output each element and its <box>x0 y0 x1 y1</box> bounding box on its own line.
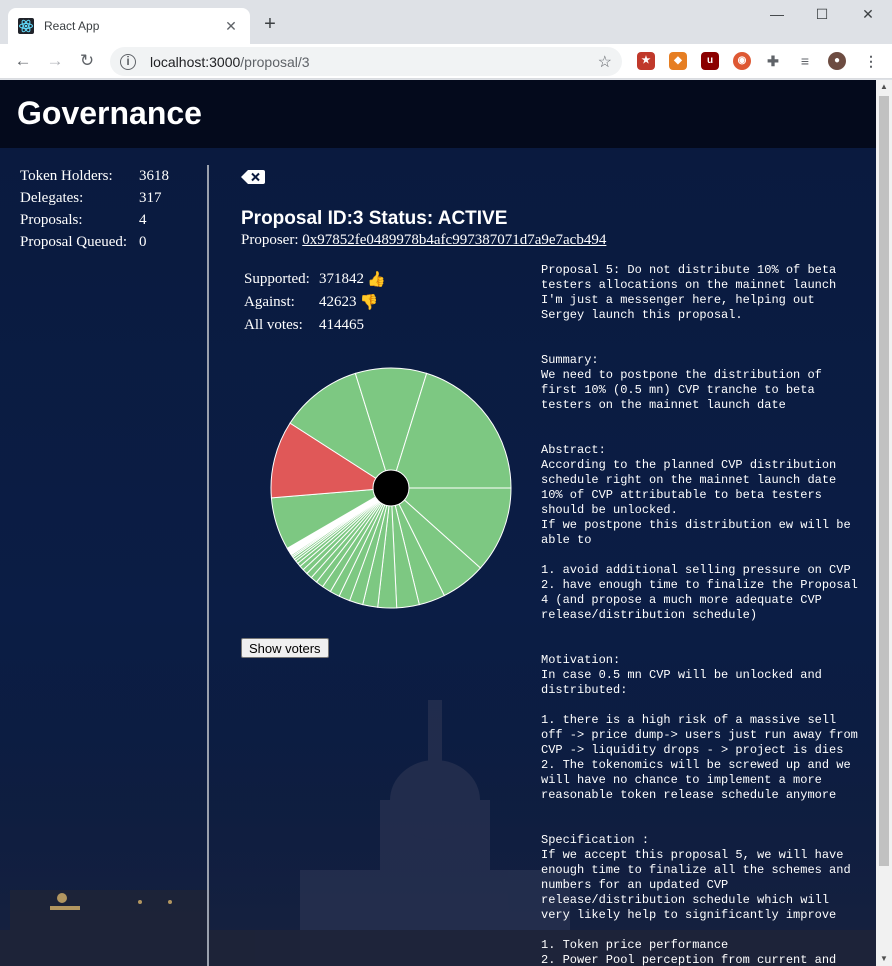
supported-label: Supported: <box>244 271 310 287</box>
app-header: Governance <box>0 80 876 148</box>
close-tab-icon[interactable]: ✕ <box>222 18 240 35</box>
proposal-title: Proposal ID:3 Status: ACTIVE <box>241 208 508 229</box>
browser-tab[interactable]: React App ✕ <box>8 8 250 44</box>
all-votes-row: All votes: 414465 <box>244 314 386 337</box>
against-row: Against: 42623 👎 <box>244 291 386 314</box>
maximize-icon[interactable]: ☐ <box>807 6 837 23</box>
minimize-icon[interactable]: — <box>762 6 792 22</box>
stat-row: Proposal Queued: 0 <box>20 234 169 256</box>
thumbs-down-icon: 👎 <box>359 295 379 311</box>
metamask-icon[interactable]: ◆ <box>669 52 687 70</box>
new-tab-icon[interactable]: + <box>260 14 280 34</box>
backspace-icon[interactable] <box>241 170 265 184</box>
profile-avatar[interactable]: ● <box>828 52 846 70</box>
browser-toolbar: ← → ↻ i localhost:3000 /proposal/3 ☆ ★ ◆… <box>0 44 892 79</box>
stat-label: Proposal Queued: <box>20 234 128 250</box>
duckduckgo-icon[interactable]: ◉ <box>733 52 751 70</box>
votes-pie-chart <box>270 367 512 609</box>
stat-label: Proposals: <box>20 212 83 228</box>
page-content: Governance Token Holders: 3618 Delegates:… <box>0 80 876 966</box>
menu-kebab-icon[interactable]: ⋮ <box>862 52 880 70</box>
browser-tab-strip: React App ✕ + — ☐ ✕ <box>0 0 892 44</box>
thumbs-up-icon: 👍 <box>367 272 386 288</box>
votes-summary: Supported: 371842 👍 Against: 42623 👎 All… <box>244 268 386 337</box>
extension-icon[interactable]: ★ <box>637 52 655 70</box>
proposer-line: Proposer: 0x97852fe0489978b4afc997387071… <box>241 232 606 249</box>
stat-row: Token Holders: 3618 <box>20 168 169 190</box>
show-voters-button[interactable]: Show voters <box>241 638 329 658</box>
react-icon <box>18 18 34 34</box>
scrollbar-thumb[interactable] <box>879 96 889 866</box>
sidebar-divider <box>207 165 209 966</box>
address-bar[interactable]: i localhost:3000 /proposal/3 ☆ <box>110 47 622 76</box>
ublock-icon[interactable]: u <box>701 52 719 70</box>
bookmark-star-icon[interactable]: ☆ <box>598 52 612 72</box>
stat-value: 317 <box>139 190 162 206</box>
extensions-puzzle-icon[interactable]: ✚ <box>764 52 782 70</box>
info-icon[interactable]: i <box>120 53 136 70</box>
tab-title: React App <box>44 19 100 33</box>
forward-arrow-icon[interactable]: → <box>44 50 66 72</box>
reload-icon[interactable]: ↻ <box>76 50 98 72</box>
stat-label: Token Holders: <box>20 168 113 184</box>
all-votes-label: All votes: <box>244 317 303 333</box>
against-value: 42623 <box>319 294 357 310</box>
stat-row: Proposals: 4 <box>20 212 169 234</box>
proposer-address-link[interactable]: 0x97852fe0489978b4afc997387071d7a9e7acb4… <box>302 232 606 248</box>
url-path: /proposal/3 <box>240 53 310 70</box>
supported-row: Supported: 371842 👍 <box>244 268 386 291</box>
stat-label: Delegates: <box>20 190 84 206</box>
media-control-icon[interactable]: ≡ <box>796 52 814 70</box>
proposal-description: Proposal 5: Do not distribute 10% of bet… <box>541 263 858 966</box>
supported-value: 371842 <box>319 271 364 287</box>
scroll-down-icon[interactable]: ▼ <box>876 952 892 966</box>
url-host: localhost:3000 <box>150 53 241 70</box>
pie-center-hole <box>372 469 410 507</box>
window-close-icon[interactable]: ✕ <box>853 6 883 23</box>
stat-value: 0 <box>139 234 147 250</box>
proposer-label: Proposer: <box>241 232 299 248</box>
scroll-up-icon[interactable]: ▲ <box>876 80 892 94</box>
stat-value: 3618 <box>139 168 169 184</box>
stats-panel: Token Holders: 3618 Delegates: 317 Proposa… <box>20 168 169 256</box>
back-arrow-icon[interactable]: ← <box>12 50 34 72</box>
app-title: Governance <box>17 95 202 131</box>
page-scrollbar[interactable]: ▲ ▼ <box>876 80 892 966</box>
stat-value: 4 <box>139 212 147 228</box>
against-label: Against: <box>244 294 295 310</box>
stat-row: Delegates: 317 <box>20 190 169 212</box>
all-votes-value: 414465 <box>319 317 364 333</box>
